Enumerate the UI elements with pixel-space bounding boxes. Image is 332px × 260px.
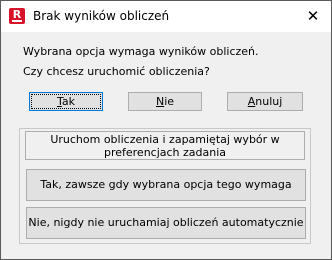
preferences-group-title: Uruchom obliczenia i zapamiętaj wybór w … <box>25 131 305 160</box>
never-run-button[interactable]: Nie, nigdy nie uruchamiaj obliczeń autom… <box>26 207 306 239</box>
close-icon[interactable]: ✕ <box>297 2 329 30</box>
always-run-button[interactable]: Tak, zawsze gdy wybrana opcja tego wymag… <box>26 169 306 201</box>
title-bar: R Brak wyników obliczeń ✕ <box>1 1 331 32</box>
yes-button[interactable]: Tak <box>29 92 103 111</box>
no-button[interactable]: Nie <box>128 92 202 111</box>
cancel-button-label: Anuluj <box>247 95 283 108</box>
app-logo-icon: R <box>9 8 25 24</box>
message-line-2: Czy chcesz uruchomić obliczenia? <box>23 65 210 78</box>
cancel-button[interactable]: Anuluj <box>227 92 303 111</box>
no-button-label: Nie <box>155 95 175 108</box>
message-line-1: Wybrana opcja wymaga wyników obliczeń. <box>23 45 259 58</box>
window-title: Brak wyników obliczeń <box>33 9 170 23</box>
